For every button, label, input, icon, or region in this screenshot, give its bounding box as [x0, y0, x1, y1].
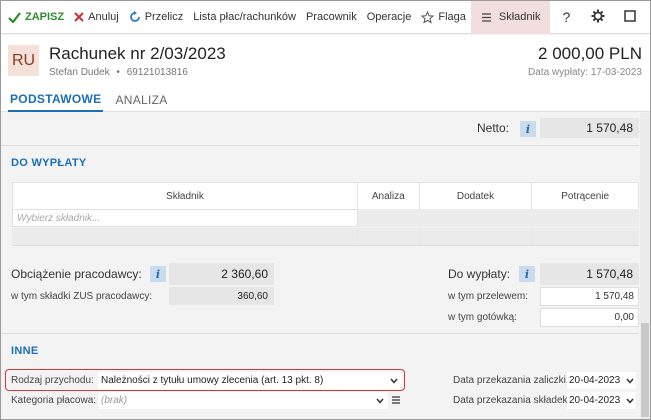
- tab-analysis[interactable]: ANALIZA: [109, 87, 173, 112]
- person-name: Stefan Dudek: [49, 67, 110, 78]
- employer-burden-info-icon[interactable]: i: [150, 266, 166, 282]
- components-table-header: Składnik Analiza Dodatek Potrącenie: [12, 182, 639, 210]
- employer-zus-value: 360,60: [169, 287, 274, 305]
- table-footer-line: [12, 245, 639, 246]
- gear-icon: [591, 9, 605, 26]
- tab-bar: PODSTAWOWE ANALIZA: [1, 87, 650, 112]
- recalculate-button[interactable]: Przelicz: [124, 1, 189, 34]
- component-search-input[interactable]: Wybierz składnik...: [12, 209, 358, 227]
- column-header-deduction[interactable]: Potrącenie: [532, 183, 638, 209]
- payroll-lists-button[interactable]: Lista płac/rachunków: [188, 1, 301, 34]
- cancel-label: Anuluj: [88, 11, 119, 23]
- pay-category-value: (brak): [101, 395, 128, 406]
- chevron-down-icon: [376, 396, 384, 406]
- table-empty-row: [12, 228, 639, 245]
- square-icon: [624, 9, 637, 25]
- transfer-amount-input[interactable]: 1 570,48: [540, 287, 639, 306]
- income-type-label: Rodzaj przychodu:: [11, 375, 94, 386]
- component-input-row: Wybierz składnik...: [12, 209, 639, 227]
- main-content: Netto: i 1 570,48 DO WYPŁATY Składnik An…: [1, 113, 639, 419]
- chevron-down-icon: [626, 396, 634, 406]
- pay-category-label: Kategoria płacowa:: [11, 395, 97, 406]
- other-section-title: INNE: [11, 345, 39, 357]
- payroll-lists-label: Lista płac/rachunków: [193, 11, 296, 23]
- save-label: ZAPISZ: [25, 11, 65, 23]
- pay-category-select[interactable]: (brak): [98, 392, 388, 409]
- advance-date-label: Data przekazania zaliczki:: [453, 375, 569, 386]
- save-button[interactable]: ZAPISZ: [1, 1, 69, 34]
- separator-dot: •: [116, 67, 120, 78]
- flag-button[interactable]: Flaga: [416, 1, 471, 34]
- component-label: Składnik: [498, 11, 541, 23]
- document-title: Rachunek nr 2/03/2023: [49, 44, 226, 63]
- recalculate-label: Przelicz: [144, 11, 184, 23]
- employee-button[interactable]: Pracownik: [301, 1, 362, 34]
- vertical-scrollbar[interactable]: [640, 113, 650, 419]
- document-type-badge: RU: [8, 45, 39, 76]
- column-header-bonus[interactable]: Dodatek: [420, 183, 533, 209]
- employer-burden-label: Obciążenie pracodawcy:: [11, 267, 142, 281]
- payment-date: Data wypłaty: 17-03-2023: [528, 67, 642, 78]
- column-header-component[interactable]: Składnik: [13, 183, 358, 209]
- netto-value: 1 570,48: [540, 118, 639, 138]
- contrib-date-value: 20-04-2023: [569, 395, 621, 406]
- transfer-label: w tym przelewem:: [448, 291, 529, 302]
- cash-amount-input[interactable]: 0,00: [540, 308, 639, 327]
- tab-basic[interactable]: PODSTAWOWE: [8, 87, 104, 112]
- person-id: 69121013816: [126, 67, 188, 78]
- menu-lines-icon: [481, 12, 492, 22]
- close-x-icon: [74, 12, 84, 22]
- operations-button[interactable]: Operacje: [362, 1, 417, 34]
- maximize-button[interactable]: [616, 1, 644, 34]
- section-divider-2: [1, 333, 639, 334]
- to-pay-value: 1 570,48: [540, 263, 639, 285]
- pay-category-list-button[interactable]: [390, 393, 402, 408]
- document-subtitle: Stefan Dudek • 69121013816: [49, 67, 188, 78]
- income-type-value: Należności z tytułu umowy zlecenia (art.…: [101, 375, 324, 386]
- toolbar: ZAPISZ Anuluj Przelicz Lista płac/rachun…: [1, 1, 650, 34]
- scrollbar-thumb[interactable]: [641, 323, 649, 417]
- employee-label: Pracownik: [305, 11, 357, 23]
- document-header: RU Rachunek nr 2/03/2023 Stefan Dudek • …: [1, 35, 650, 87]
- payout-section-title: DO WYPŁATY: [11, 157, 87, 169]
- flag-label: Flaga: [438, 11, 466, 23]
- netto-label: Netto:: [477, 121, 510, 135]
- refresh-icon: [129, 11, 141, 23]
- contrib-date-picker[interactable]: 20-04-2023: [567, 392, 636, 409]
- chevron-down-icon: [626, 376, 634, 386]
- operations-label: Operacje: [366, 11, 412, 23]
- netto-info-icon[interactable]: i: [520, 121, 536, 137]
- employer-burden-value: 2 360,60: [169, 263, 274, 285]
- employer-zus-label: w tym składki ZUS pracodawcy:: [11, 291, 153, 302]
- advance-date-value: 20-04-2023: [569, 375, 621, 386]
- cash-label: w tym gotówką:: [448, 312, 517, 323]
- column-header-analysis[interactable]: Analiza: [358, 183, 420, 209]
- component-button[interactable]: Składnik: [470, 1, 551, 34]
- settings-button[interactable]: [584, 1, 612, 34]
- income-type-select[interactable]: Należności z tytułu umowy zlecenia (art.…: [98, 372, 402, 389]
- advance-date-picker[interactable]: 20-04-2023: [567, 372, 636, 389]
- window: ZAPISZ Anuluj Przelicz Lista płac/rachun…: [0, 0, 651, 420]
- chevron-down-icon: [390, 376, 398, 386]
- help-icon: ?: [562, 9, 571, 25]
- contrib-date-label: Data przekazania składek:: [453, 395, 571, 406]
- to-pay-label: Do wypłaty:: [448, 267, 511, 281]
- section-divider: [1, 145, 639, 146]
- to-pay-info-icon[interactable]: i: [519, 266, 535, 282]
- help-button[interactable]: ?: [552, 1, 580, 34]
- star-icon: [421, 10, 435, 24]
- cancel-button[interactable]: Anuluj: [69, 1, 124, 34]
- checkmark-icon: [8, 11, 21, 23]
- document-amount: 2 000,00 PLN: [538, 44, 642, 63]
- list-lines-icon: [392, 395, 400, 407]
